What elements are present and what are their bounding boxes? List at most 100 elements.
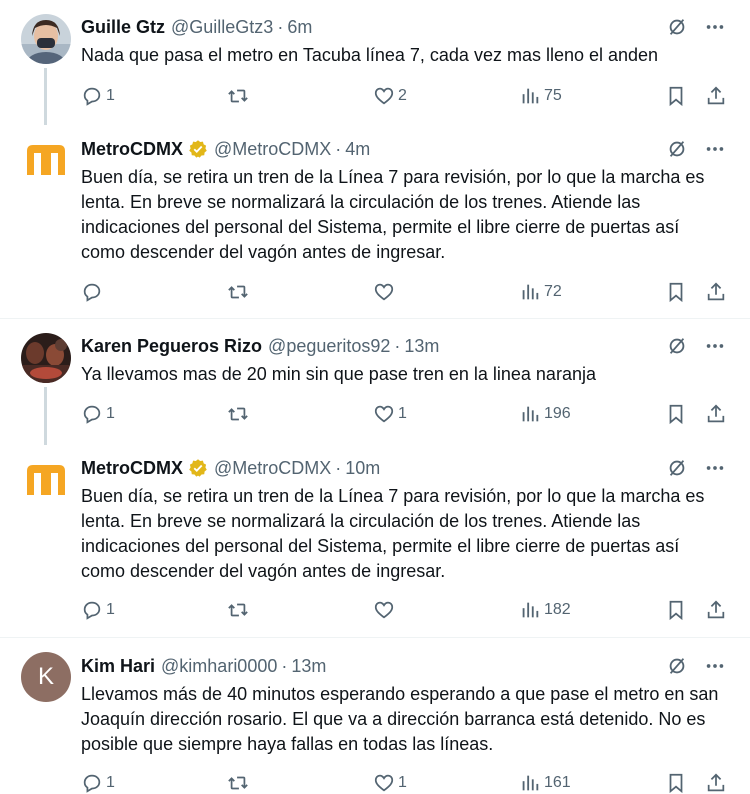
more-icon[interactable] xyxy=(704,457,726,479)
reply-button[interactable]: 1 xyxy=(81,772,115,794)
retweet-button[interactable] xyxy=(227,403,252,425)
tweet-top-icons xyxy=(666,335,726,357)
retweet-button[interactable] xyxy=(227,599,252,621)
user-handle[interactable]: @GuilleGtz3 xyxy=(171,17,273,38)
views-button[interactable]: 75 xyxy=(519,85,562,107)
bookmark-button[interactable] xyxy=(665,85,687,107)
reply-icon xyxy=(83,87,101,106)
avatar[interactable]: K xyxy=(21,652,71,702)
tweet-3[interactable]: Karen Pegueros Rizo @pegueritos92 · 13m … xyxy=(0,319,750,445)
user-handle[interactable]: @MetroCDMX xyxy=(214,139,331,160)
reply-button[interactable]: 1 xyxy=(81,599,115,621)
bookmark-button[interactable] xyxy=(665,281,687,303)
share-button[interactable] xyxy=(705,772,727,794)
retweet-button[interactable] xyxy=(227,85,252,107)
share-button[interactable] xyxy=(705,403,727,425)
separator-dot: · xyxy=(394,335,401,356)
tweet-header: MetroCDMX @MetroCDMX · 4m xyxy=(81,138,370,160)
separator-dot: · xyxy=(335,457,342,478)
grok-icon[interactable] xyxy=(666,335,688,357)
reply-button[interactable]: 1 xyxy=(81,85,115,107)
like-icon xyxy=(374,405,394,423)
metro-logo[interactable] xyxy=(21,135,71,185)
share-icon xyxy=(707,600,725,619)
grok-icon[interactable] xyxy=(666,138,688,160)
grok-icon[interactable] xyxy=(666,655,688,677)
more-icon[interactable] xyxy=(704,138,726,160)
views-icon xyxy=(522,284,539,300)
tweet-top-icons xyxy=(666,138,726,160)
verified-badge-icon[interactable] xyxy=(188,458,208,478)
tweet-header: Karen Pegueros Rizo @pegueritos92 · 13m xyxy=(81,335,439,357)
bookmark-button[interactable] xyxy=(665,403,687,425)
tweet-header: MetroCDMX @MetroCDMX · 10m xyxy=(81,457,380,479)
share-button[interactable] xyxy=(705,85,727,107)
timestamp[interactable]: 10m xyxy=(345,458,380,479)
timestamp[interactable]: 13m xyxy=(404,336,439,357)
reply-button[interactable]: 1 xyxy=(81,403,115,425)
retweet-icon xyxy=(228,89,248,103)
display-name[interactable]: Guille Gtz xyxy=(81,17,165,38)
reply-button[interactable] xyxy=(81,281,106,303)
like-icon xyxy=(374,601,394,619)
separator-dot: · xyxy=(277,16,284,37)
bookmark-icon xyxy=(669,86,683,107)
like-button[interactable]: 2 xyxy=(373,85,407,107)
share-button[interactable] xyxy=(705,599,727,621)
views-count: 196 xyxy=(544,405,571,422)
user-handle[interactable]: @pegueritos92 xyxy=(268,336,390,357)
grok-icon[interactable] xyxy=(666,457,688,479)
tweet-2[interactable]: MetroCDMX @MetroCDMX · 4m Buen día, se r… xyxy=(0,125,750,318)
display-name[interactable]: Kim Hari xyxy=(81,656,155,677)
tweet-5[interactable]: K Kim Hari @kimhari0000 · 13m Llevamos m… xyxy=(0,638,750,794)
views-button[interactable]: 161 xyxy=(519,772,571,794)
bookmark-icon xyxy=(669,282,683,303)
user-handle[interactable]: @kimhari0000 xyxy=(161,656,277,677)
share-icon xyxy=(707,773,725,792)
retweet-button[interactable] xyxy=(227,772,252,794)
bookmark-button[interactable] xyxy=(665,599,687,621)
thread-line xyxy=(44,387,47,445)
like-button[interactable]: 1 xyxy=(373,772,407,794)
display-name[interactable]: MetroCDMX xyxy=(81,458,183,479)
tweet-header: Guille Gtz @GuilleGtz3 · 6m xyxy=(81,16,312,38)
display-name[interactable]: MetroCDMX xyxy=(81,139,183,160)
views-button[interactable]: 72 xyxy=(519,281,562,303)
more-icon[interactable] xyxy=(704,655,726,677)
separator-dot: · xyxy=(335,138,342,159)
user-handle[interactable]: @MetroCDMX xyxy=(214,458,331,479)
grok-icon[interactable] xyxy=(666,16,688,38)
share-icon xyxy=(707,86,725,105)
bookmark-icon xyxy=(669,600,683,621)
views-button[interactable]: 182 xyxy=(519,599,571,621)
avatar[interactable] xyxy=(21,14,71,64)
more-icon[interactable] xyxy=(704,16,726,38)
views-count: 75 xyxy=(544,87,562,104)
like-icon xyxy=(374,774,394,792)
tweet-top-icons xyxy=(666,16,726,38)
reply-count: 1 xyxy=(106,405,115,422)
like-button[interactable]: 1 xyxy=(373,403,407,425)
separator-dot: · xyxy=(281,655,288,676)
timestamp[interactable]: 6m xyxy=(287,17,312,38)
timestamp[interactable]: 13m xyxy=(291,656,326,677)
tweet-4[interactable]: MetroCDMX @MetroCDMX · 10m Buen día, se … xyxy=(0,445,750,637)
more-icon[interactable] xyxy=(704,335,726,357)
timestamp[interactable]: 4m xyxy=(345,139,370,160)
views-button[interactable]: 196 xyxy=(519,403,571,425)
verified-badge-icon[interactable] xyxy=(188,139,208,159)
like-button[interactable] xyxy=(373,599,398,621)
tweet-1[interactable]: Guille Gtz @GuilleGtz3 · 6m Nada que pas… xyxy=(0,0,750,125)
reply-icon xyxy=(83,283,101,302)
avatar[interactable] xyxy=(21,333,71,383)
display-name[interactable]: Karen Pegueros Rizo xyxy=(81,336,262,357)
metro-logo[interactable] xyxy=(21,455,71,505)
retweet-button[interactable] xyxy=(227,281,252,303)
tweet-top-icons xyxy=(666,457,726,479)
avatar-letter: K xyxy=(37,663,54,690)
reply-count: 1 xyxy=(106,774,115,791)
like-button[interactable] xyxy=(373,281,398,303)
share-button[interactable] xyxy=(705,281,727,303)
thread-line xyxy=(44,68,47,125)
bookmark-button[interactable] xyxy=(665,772,687,794)
